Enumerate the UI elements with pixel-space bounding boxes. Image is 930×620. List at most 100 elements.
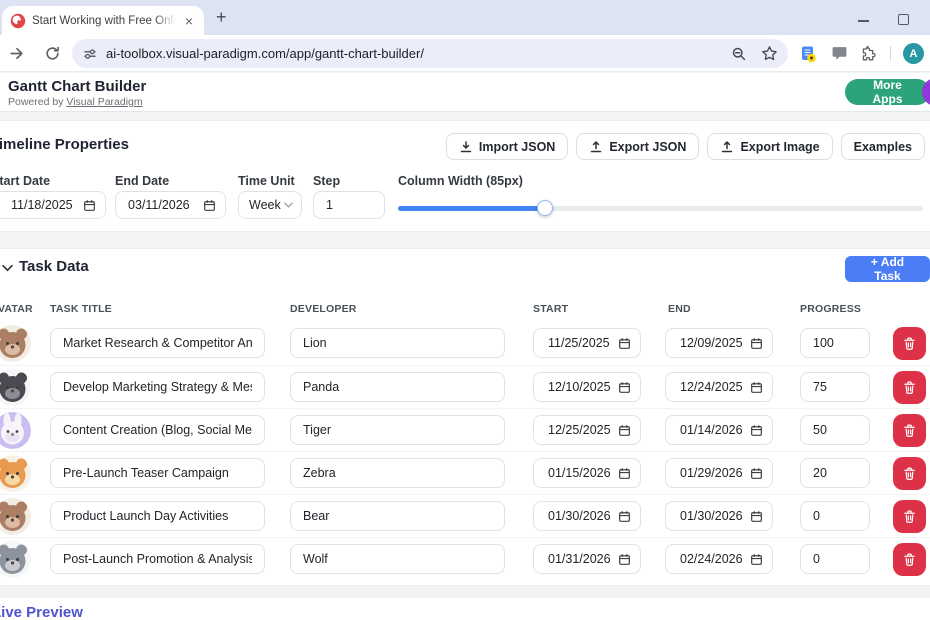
visual-paradigm-link[interactable]: Visual Paradigm	[66, 96, 142, 108]
developer-input[interactable]	[290, 415, 505, 445]
window-minimize-icon[interactable]	[858, 20, 869, 22]
row-end-date-input[interactable]: 12/24/2025	[665, 372, 773, 402]
calendar-icon[interactable]	[750, 381, 763, 394]
browser-tab[interactable]: Start Working with Free Online ×	[2, 6, 204, 35]
calendar-icon[interactable]	[618, 553, 631, 566]
task-title-input[interactable]	[50, 458, 265, 488]
start-date-input[interactable]: 11/18/2025	[0, 191, 106, 219]
row-end-date-input[interactable]: 02/24/2026	[665, 544, 773, 574]
developer-input[interactable]	[290, 328, 505, 358]
developer-input[interactable]	[290, 372, 505, 402]
calendar-icon[interactable]	[83, 199, 96, 212]
progress-input[interactable]	[800, 415, 870, 445]
progress-input[interactable]	[800, 372, 870, 402]
row-end-date-value: 12/24/2025	[680, 380, 743, 394]
bear-avatar[interactable]	[0, 498, 31, 535]
developer-input[interactable]	[290, 458, 505, 488]
slider-thumb[interactable]	[537, 200, 553, 216]
step-label: Step	[313, 174, 340, 188]
calendar-icon[interactable]	[750, 337, 763, 350]
row-start-date-input[interactable]: 12/25/2025	[533, 415, 641, 445]
progress-input[interactable]	[800, 328, 870, 358]
progress-input[interactable]	[800, 501, 870, 531]
task-title-input[interactable]	[50, 415, 265, 445]
delete-task-button[interactable]	[893, 543, 926, 576]
end-date-input[interactable]: 03/11/2026	[115, 191, 226, 219]
bookmark-star-icon[interactable]	[761, 45, 778, 62]
calendar-icon[interactable]	[750, 467, 763, 480]
calendar-icon[interactable]	[203, 199, 216, 212]
window-maximize-icon[interactable]	[898, 14, 909, 25]
feedback-extension-icon[interactable]	[831, 45, 848, 62]
table-row: 01/31/2026 02/24/2026	[0, 537, 930, 580]
tab-close-icon[interactable]: ×	[182, 13, 196, 29]
collapse-chevron-icon[interactable]	[2, 264, 13, 272]
export-json-button[interactable]: Export JSON	[576, 133, 699, 160]
bear-avatar[interactable]	[0, 325, 31, 362]
address-bar[interactable]: ai-toolbox.visual-paradigm.com/app/gantt…	[72, 39, 788, 68]
delete-task-button[interactable]	[893, 414, 926, 447]
time-unit-select[interactable]: Week	[238, 191, 302, 219]
step-input[interactable]	[313, 191, 385, 219]
docs-extension-icon[interactable]	[799, 45, 817, 63]
new-tab-button[interactable]: +	[216, 7, 227, 27]
import-json-button[interactable]: Import JSON	[446, 133, 568, 160]
row-end-date-value: 01/29/2026	[680, 466, 743, 480]
export-json-label: Export JSON	[609, 140, 686, 154]
timeline-toolbar: Import JSON Export JSON Export Image Exa…	[446, 133, 925, 160]
column-header-start: START	[533, 303, 568, 315]
upload-icon	[589, 140, 603, 154]
column-header-task-title: TASK TITLE	[50, 303, 112, 315]
dark-wolf-avatar[interactable]	[0, 369, 31, 406]
progress-input[interactable]	[800, 544, 870, 574]
row-end-date-input[interactable]: 01/14/2026	[665, 415, 773, 445]
delete-task-button[interactable]	[893, 457, 926, 490]
calendar-icon[interactable]	[618, 467, 631, 480]
tab-title: Start Working with Free Online	[32, 15, 176, 27]
delete-task-button[interactable]	[893, 327, 926, 360]
row-start-date-input[interactable]: 12/10/2025	[533, 372, 641, 402]
task-title-input[interactable]	[50, 544, 265, 574]
calendar-icon[interactable]	[618, 337, 631, 350]
start-date-label: Start Date	[0, 174, 50, 188]
progress-input[interactable]	[800, 458, 870, 488]
task-title-input[interactable]	[50, 501, 265, 531]
task-title-input[interactable]	[50, 328, 265, 358]
task-title-input[interactable]	[50, 372, 265, 402]
tiger-avatar[interactable]	[0, 455, 31, 492]
calendar-icon[interactable]	[618, 510, 631, 523]
row-end-date-input[interactable]: 01/30/2026	[665, 501, 773, 531]
add-task-button[interactable]: + Add Task	[845, 256, 930, 282]
developer-input[interactable]	[290, 501, 505, 531]
calendar-icon[interactable]	[750, 553, 763, 566]
calendar-icon[interactable]	[750, 510, 763, 523]
wolf-avatar[interactable]	[0, 541, 31, 578]
row-end-date-input[interactable]: 12/09/2025	[665, 328, 773, 358]
row-end-date-input[interactable]: 01/29/2026	[665, 458, 773, 488]
extensions-puzzle-icon[interactable]	[861, 45, 878, 62]
site-settings-icon[interactable]	[82, 46, 98, 62]
rabbit-avatar[interactable]	[0, 412, 31, 449]
reload-icon[interactable]	[44, 45, 61, 62]
column-width-slider[interactable]	[398, 200, 923, 216]
row-start-date-input[interactable]: 01/30/2026	[533, 501, 641, 531]
more-apps-button[interactable]: More Apps	[845, 79, 930, 105]
trash-icon	[902, 509, 917, 524]
calendar-icon[interactable]	[750, 424, 763, 437]
developer-input[interactable]	[290, 544, 505, 574]
browser-profile-avatar[interactable]: A	[903, 43, 924, 64]
delete-task-button[interactable]	[893, 500, 926, 533]
forward-icon[interactable]	[8, 45, 25, 62]
examples-button[interactable]: Examples	[841, 133, 925, 160]
task-rows: 11/25/2025 12/09/2025 12	[0, 322, 930, 580]
calendar-icon[interactable]	[618, 424, 631, 437]
end-date-label: End Date	[115, 174, 169, 188]
row-start-date-input[interactable]: 11/25/2025	[533, 328, 641, 358]
delete-task-button[interactable]	[893, 371, 926, 404]
export-image-button[interactable]: Export Image	[707, 133, 832, 160]
row-start-date-input[interactable]: 01/31/2026	[533, 544, 641, 574]
row-start-date-input[interactable]: 01/15/2026	[533, 458, 641, 488]
zoom-out-icon[interactable]	[731, 46, 747, 62]
row-start-date-value: 11/25/2025	[548, 336, 610, 350]
calendar-icon[interactable]	[618, 381, 631, 394]
